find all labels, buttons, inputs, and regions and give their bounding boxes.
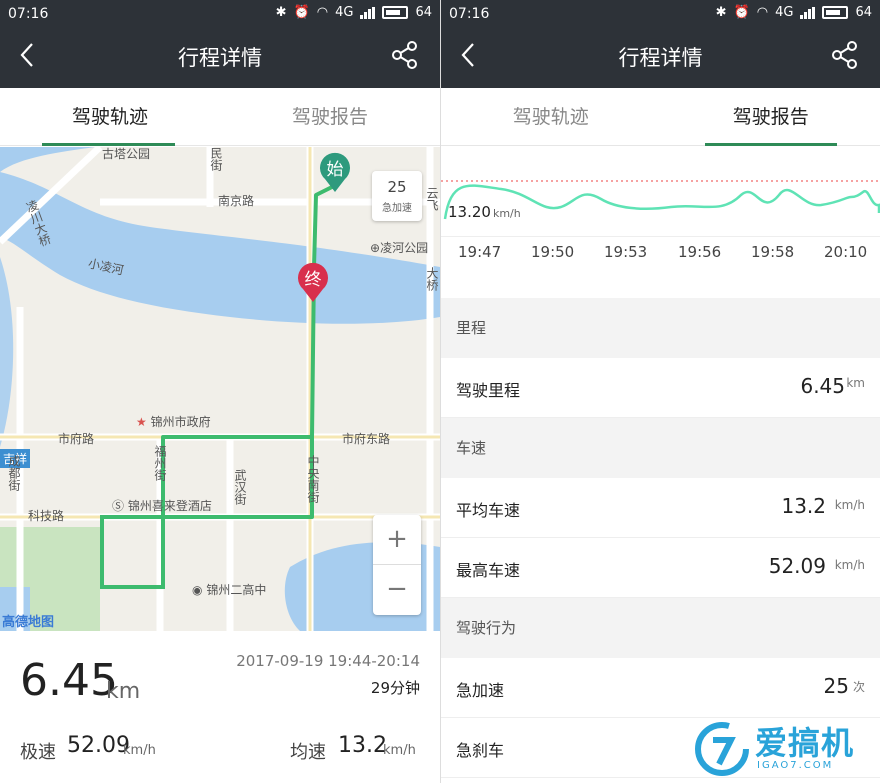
share-icon[interactable] [830,40,860,70]
status-time: 07:16 [8,6,49,22]
park-icon: ⊕ [370,241,381,255]
bluetooth-icon: ✱ [275,5,287,20]
zoom-out-button[interactable]: − [373,565,421,615]
map-label-minzhu-street: 民街 [209,147,223,171]
status-bar: 07:16 ✱ ⏰ ◠ 4G 64 [441,0,880,30]
speed-chart[interactable]: 13.20 km/h 19:47 19:50 19:53 19:56 19:58 … [441,147,880,297]
avg-speed-label: 均速 [290,742,326,763]
hard-accel-counter[interactable]: 25 急加速 [372,171,422,221]
speed-reference-label: 13.20 km/h [448,203,521,221]
map-label-hotel: Ⓢ 锦州喜来登酒店 [112,499,212,513]
map-label-linghe-park: ⊕凌河公园 [370,241,429,255]
trip-date-range: 2017-09-19 19:44-20:14 [236,652,420,670]
row-avg-speed: 平均车速 13.2 km/h [441,478,880,538]
share-icon[interactable] [390,40,420,70]
max-speed-value: 52.09 [67,733,130,758]
watermark: 爱搞机 IGAO7.COM [693,716,875,780]
map-label-zhongyang-street: 中央南街 [306,455,320,503]
phone-left: 07:16 ✱ ⏰ ◠ 4G 64 行程详情 驾驶轨迹 驾驶报告 古塔公园 民街… [0,0,440,783]
alarm-icon: ⏰ [733,5,750,20]
signal-icon [800,6,816,19]
max-speed-unit: km/h [123,743,156,758]
row-drive-distance: 驾驶里程 6.45 km [441,358,880,418]
status-time: 07:16 [449,6,490,22]
chart-tick: 19:53 [604,243,648,261]
tab-track[interactable]: 驾驶轨迹 [0,88,220,146]
report-list: 里程 驾驶里程 6.45 km 车速 平均车速 13.2 km/h 最高车速 5… [441,298,880,778]
chart-tick: 19:56 [678,243,722,261]
battery-level: 64 [415,5,432,20]
section-behavior-header: 驾驶行为 [441,598,880,658]
zoom-in-button[interactable]: + [373,515,421,565]
wifi-icon: ◠ [756,5,769,20]
bluetooth-icon: ✱ [715,5,727,20]
map-label-city-gov: ★ 锦州市政府 [136,415,211,429]
signal-icon [360,6,376,19]
route-map[interactable]: 古塔公园 民街 南京路 ⊕凌河公园 小凌河 凌川大桥 云飞 大桥 吉祥 ★ 锦州… [0,147,440,631]
network-type: 4G [775,5,794,20]
map-provider-logo: 高德地图 [2,615,55,630]
map-label-guta-park: 古塔公园 [102,147,151,161]
network-type: 4G [335,5,354,20]
end-marker[interactable]: 终 [296,259,330,303]
map-label-fuzhou-street: 福州街 [153,445,167,481]
map-label-chengdu-street: 成都街 [7,455,21,491]
tab-track[interactable]: 驾驶轨迹 [441,88,661,146]
tab-underline [42,143,175,146]
speed-chart-svg [441,180,880,238]
total-distance: 6.45 [20,655,118,706]
map-label-school: ◉ 锦州二高中 [192,583,267,597]
nav-bar: 行程详情 [441,30,880,88]
battery-icon [382,6,409,19]
wifi-icon: ◠ [316,5,329,20]
map-label-daqiao: 大桥 [425,267,439,291]
alarm-icon: ⏰ [293,5,310,20]
max-speed-label: 极速 [20,742,56,763]
map-label-yunfei: 云飞 [425,187,439,211]
row-max-speed: 最高车速 52.09 km/h [441,538,880,598]
map-label-keji-road: 科技路 [28,509,65,523]
map-label-shifu-east-road: 市府东路 [342,432,391,446]
trip-summary: 6.45 km 2017-09-19 19:44-20:14 29分钟 极速 5… [0,631,440,783]
map-label-wuhan-street: 武汉街 [233,469,247,505]
chart-tick: 19:47 [458,243,502,261]
section-speed-header: 车速 [441,418,880,478]
map-label-shifu-road: 市府路 [58,432,95,446]
hotel-icon: Ⓢ [112,499,125,513]
zoom-control: + − [373,515,421,615]
map-label-nanjing-road: 南京路 [218,194,255,208]
trip-duration: 29分钟 [370,679,420,697]
school-icon: ◉ [192,583,203,597]
page-title: 行程详情 [178,46,262,70]
avg-speed-value: 13.2 [338,733,387,758]
distance-unit: km [106,679,141,704]
row-hard-accel: 急加速 25 次 [441,658,880,718]
chart-tick: 19:58 [751,243,795,261]
battery-level: 64 [855,5,872,20]
tab-bar: 驾驶轨迹 驾驶报告 [441,88,880,146]
star-icon: ★ [136,415,147,429]
battery-icon [822,6,849,19]
watermark-logo-icon [695,722,749,776]
phone-right: 07:16 ✱ ⏰ ◠ 4G 64 行程详情 驾驶轨迹 驾驶报告 13.20 k… [440,0,880,783]
tab-bar: 驾驶轨迹 驾驶报告 [0,88,440,146]
start-marker[interactable]: 始 [318,149,352,193]
page-title: 行程详情 [618,46,703,70]
nav-bar: 行程详情 [0,30,440,88]
status-bar: 07:16 ✱ ⏰ ◠ 4G 64 [0,0,440,30]
avg-speed-unit: km/h [383,743,416,758]
tab-underline [705,143,837,146]
section-distance-header: 里程 [441,298,880,358]
tab-report[interactable]: 驾驶报告 [220,88,440,146]
chart-tick: 20:10 [824,243,868,261]
tab-report[interactable]: 驾驶报告 [661,88,880,146]
chart-tick: 19:50 [531,243,575,261]
